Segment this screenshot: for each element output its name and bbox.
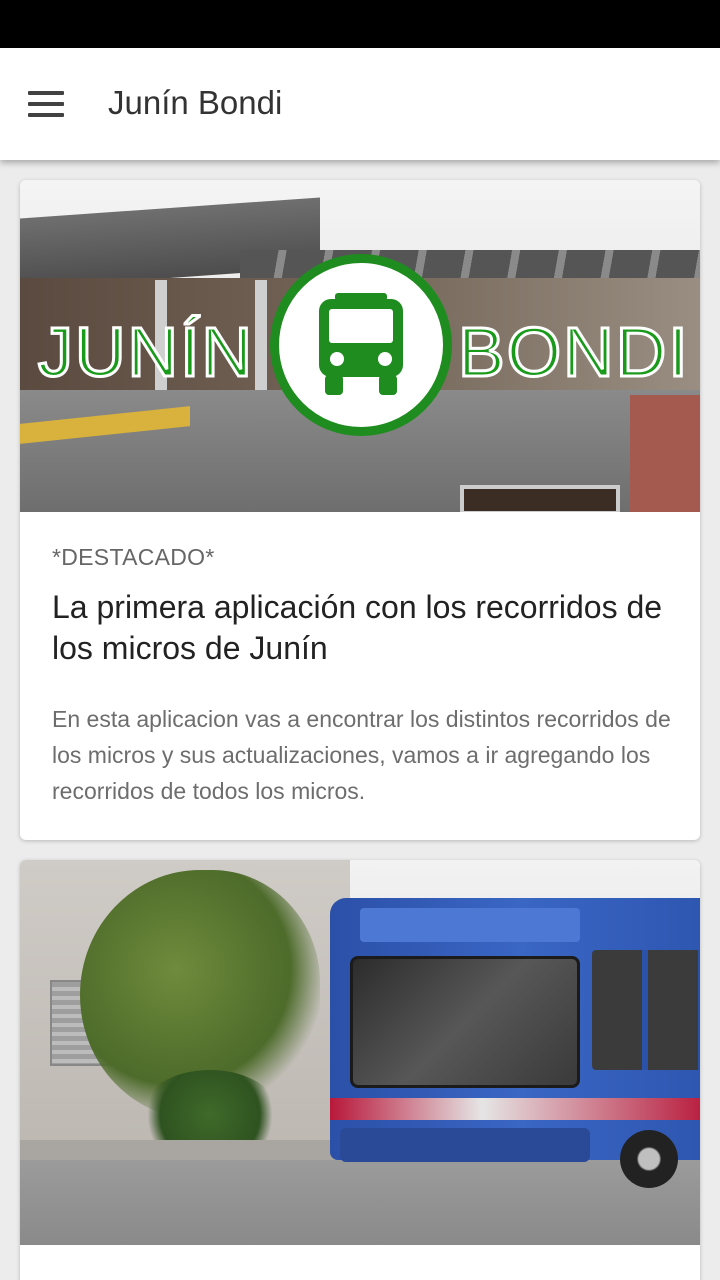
card-image-terminal: JUNÍN BONDI — [20, 180, 700, 512]
logo-text-left: JUNÍN — [36, 312, 255, 393]
menu-icon[interactable] — [18, 76, 74, 132]
app-bar: Junín Bondi — [0, 48, 720, 160]
logo-text-right: BONDI — [457, 312, 690, 393]
menu-icon-line — [28, 91, 64, 95]
card-image-bus — [20, 860, 700, 1245]
bus-destination-sign — [360, 908, 580, 942]
bus-windshield — [350, 956, 580, 1088]
news-feed[interactable]: JUNÍN BONDI *DESTACADO* La primera aplic… — [0, 160, 720, 1280]
bus-stripe — [330, 1098, 700, 1120]
bus-icon — [319, 293, 403, 395]
bus-logo — [270, 254, 452, 436]
terminal-sidewalk — [630, 395, 700, 512]
city-bus — [330, 898, 700, 1188]
menu-icon-line — [28, 113, 64, 117]
news-card[interactable] — [20, 860, 700, 1280]
card-headline[interactable]: La primera aplicación con los recorridos… — [52, 587, 672, 669]
news-card[interactable]: JUNÍN BONDI *DESTACADO* La primera aplic… — [20, 180, 700, 840]
app-title: Junín Bondi — [108, 84, 283, 121]
bus-wheel — [620, 1130, 678, 1188]
bus-side-windows — [592, 950, 700, 1070]
terminal-pillar — [255, 280, 267, 400]
status-bar — [0, 0, 720, 48]
terminal-planter — [460, 485, 620, 512]
menu-icon-line — [28, 102, 64, 106]
card-description: En esta aplicacion vas a encontrar los d… — [52, 706, 671, 804]
bus-bumper — [340, 1128, 590, 1162]
featured-tag: *DESTACADO* — [52, 544, 215, 570]
